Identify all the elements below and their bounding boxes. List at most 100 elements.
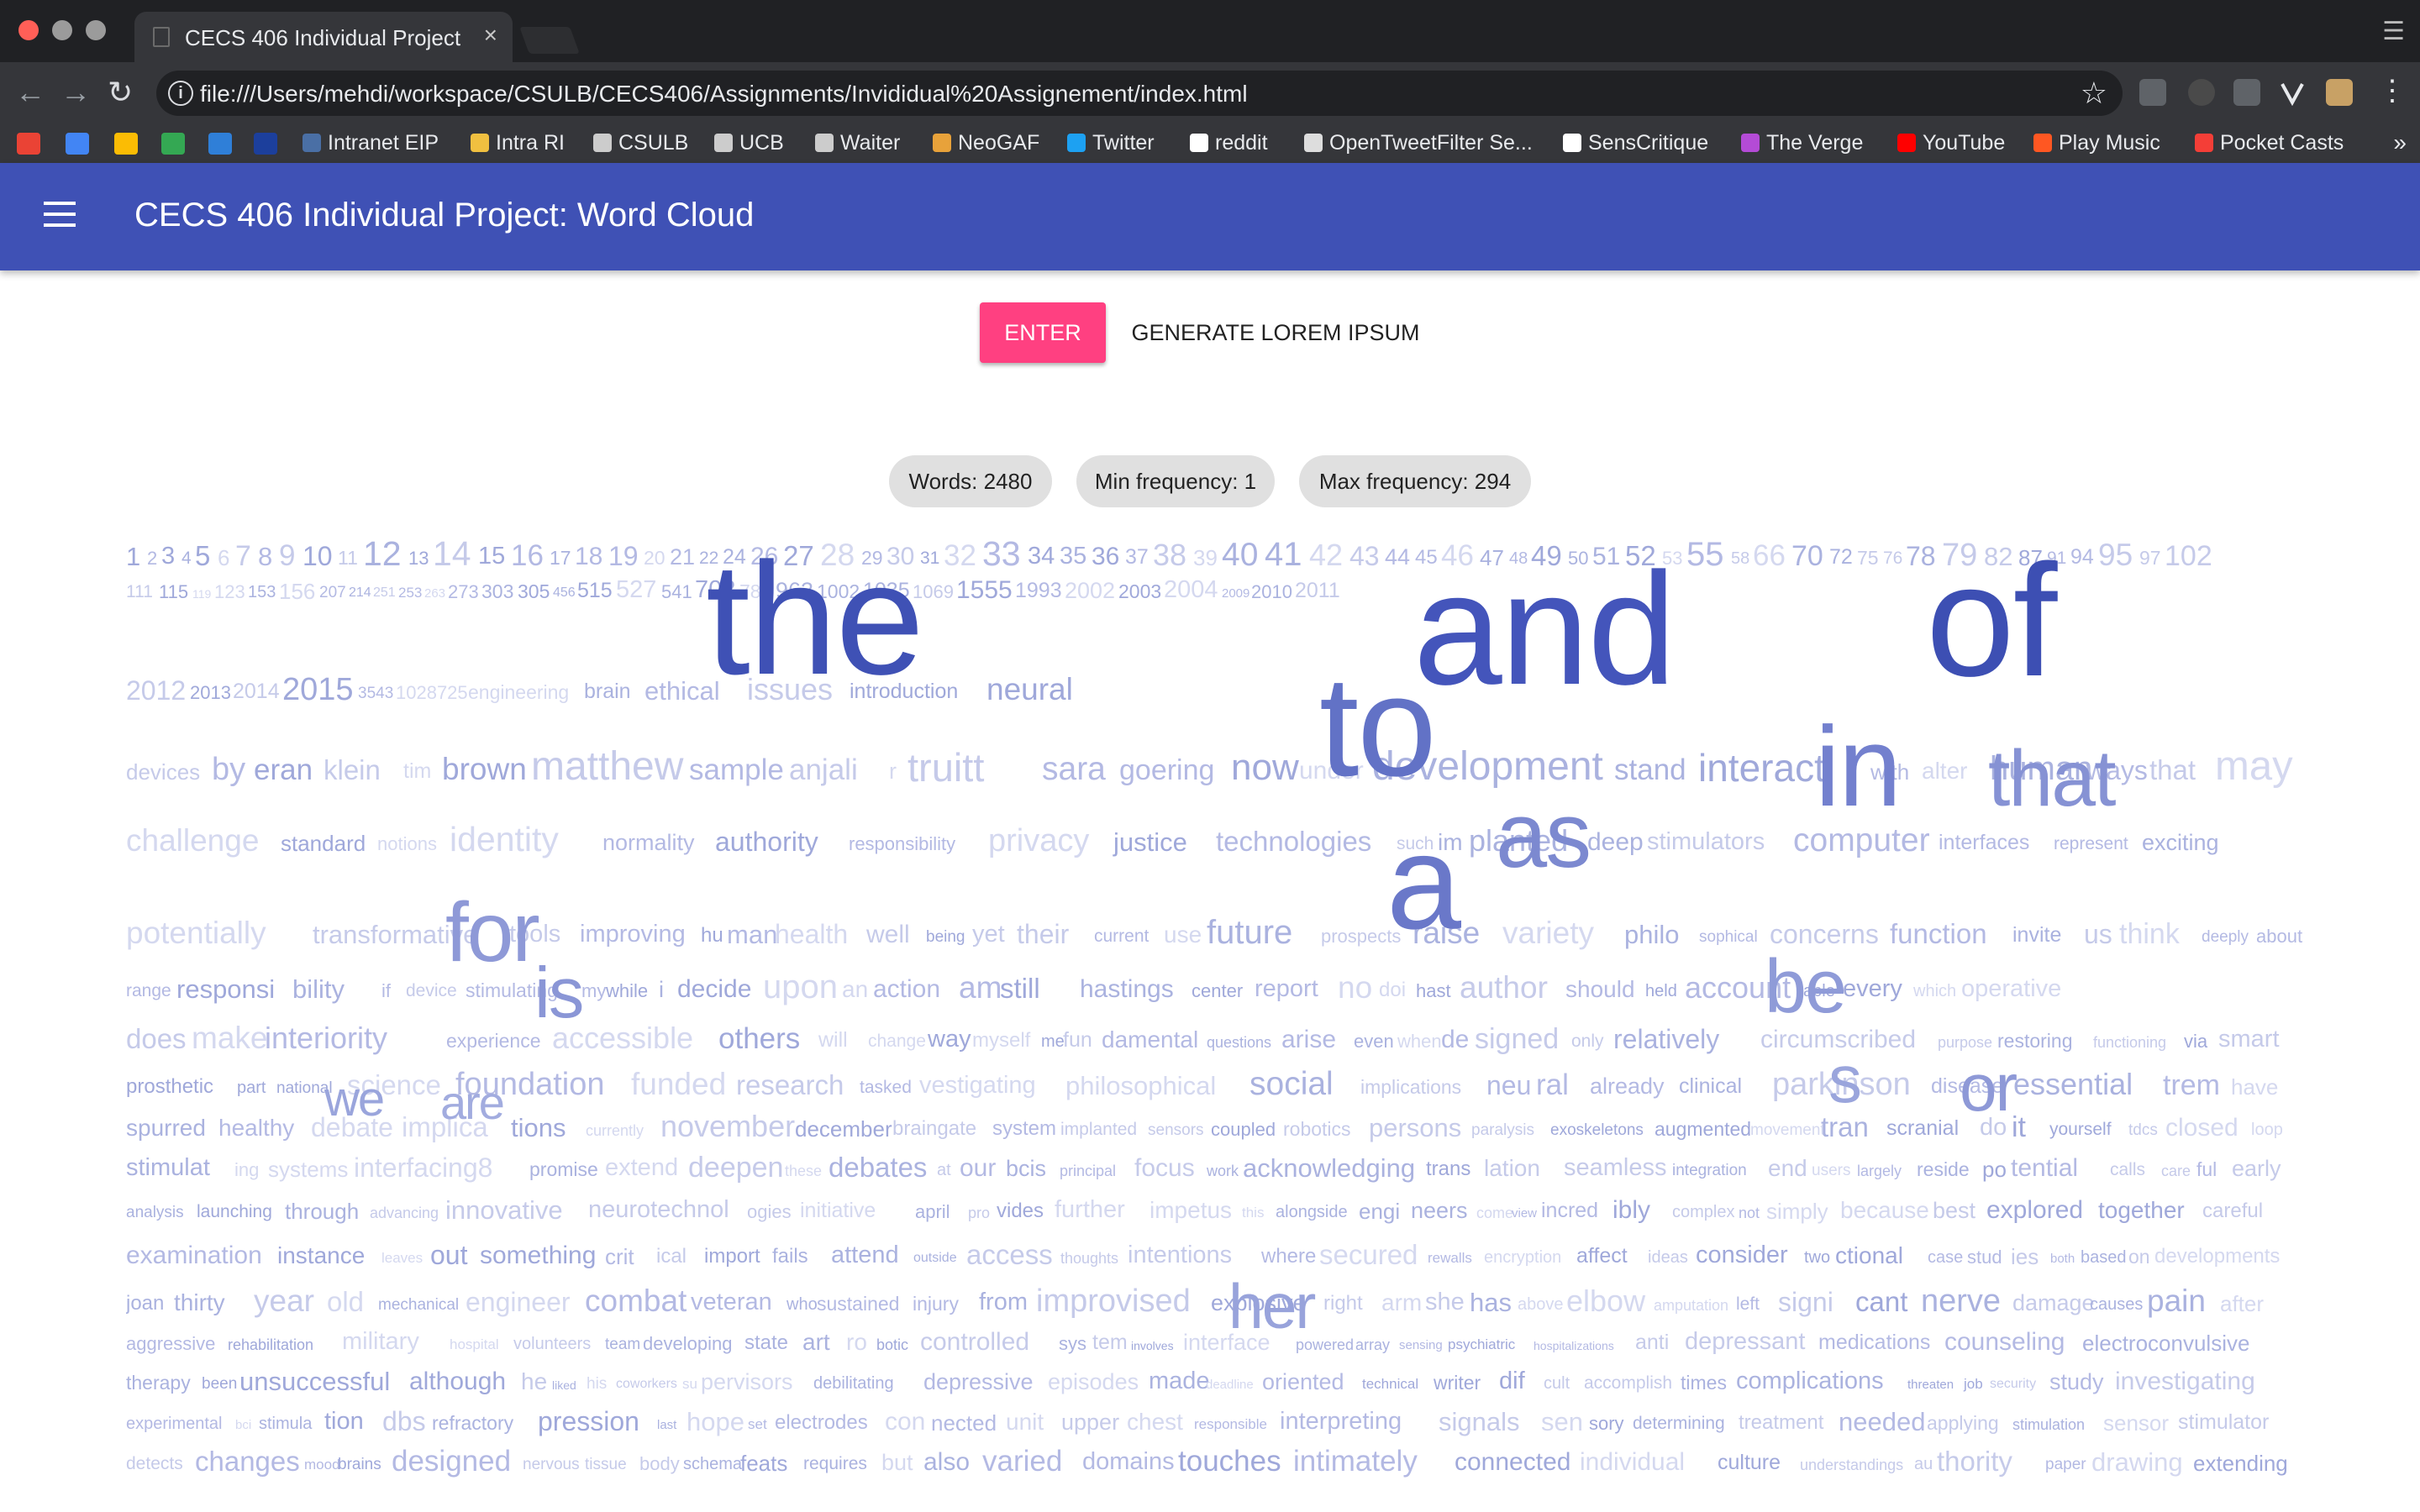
cloud-word: that [2149,754,2196,786]
bookmark-play-music[interactable]: Play Music [2033,131,2160,155]
cloud-word: innovative [445,1194,563,1225]
cloud-word: 31 [920,549,940,569]
cloud-word: no [1338,970,1373,1005]
bookmark-opentweetfilter-se[interactable]: OpenTweetFilter Se... [1304,131,1533,155]
bookmark-neogaf[interactable]: NeoGAF [933,131,1039,155]
bookmark-favicon-icon [2033,134,2052,152]
ublock-extension-icon[interactable] [2139,79,2166,106]
new-tab-button[interactable] [519,27,580,54]
cloud-word: depressant [1685,1328,1806,1356]
cloud-word: 95 [2098,538,2133,573]
browser-menu-icon[interactable]: ⋮ [2378,74,2407,108]
bookmark-ucb[interactable]: UCB [714,131,784,155]
cloud-word: 11 [338,546,358,569]
cloud-word: tim [403,759,432,784]
cloud-word: notions [377,832,437,854]
enter-button[interactable]: ENTER [980,302,1106,363]
cloud-word: anjali [789,753,858,786]
profile-icon[interactable]: ☰ [2382,17,2405,46]
cloud-word-large: that [1988,734,2116,823]
mail-bookmark-icon[interactable] [208,133,232,155]
cloud-word: sensors [1148,1121,1204,1139]
cloud-word: vestigating [919,1072,1036,1100]
calendar-bookmark-icon[interactable] [66,133,89,155]
cloud-word: stimulation [2012,1415,2086,1433]
bookmark-label: Waiter [840,131,901,155]
elsevier-bookmark-icon[interactable] [254,133,277,155]
cloud-word: november [660,1109,796,1143]
info-icon[interactable]: i [168,81,193,106]
cloud-word: extend [605,1154,679,1182]
close-tab-icon[interactable]: × [484,22,497,49]
bookmark-star-icon[interactable]: ☆ [2081,76,2107,111]
cloud-word: 41 [1265,538,1302,573]
back-button[interactable]: ← [15,74,45,111]
cloud-word: restoring [1997,1029,2073,1052]
cloud-word: 119 [192,586,212,601]
keep-bookmark-icon[interactable] [114,133,138,155]
bookmark-the-verge[interactable]: The Verge [1741,131,1863,155]
browser-tab[interactable]: CECS 406 Individual Project × [134,12,513,62]
cloud-word: 1993 [1015,579,1062,603]
bookmark-intra-ri[interactable]: Intra RI [471,131,565,155]
extension-face-icon[interactable] [2326,79,2353,106]
cloud-word: 2010 [1251,580,1292,602]
vivaldi-extension-icon[interactable] [2279,79,2306,107]
cloud-word: stimulator [2178,1410,2270,1435]
bookmark-label: Intra RI [496,131,565,155]
cloud-word: eran [254,753,313,786]
cloud-word: early [2232,1155,2281,1181]
cloud-word: persons [1369,1112,1462,1142]
cloud-word: 123 [214,580,245,602]
cloud-word: calls [2110,1160,2146,1180]
bookmark-csulb[interactable]: CSULB [593,131,688,155]
generate-lorem-ipsum-button[interactable]: GENERATE LOREM IPSUM [1123,302,1428,363]
cloud-word: sensing [1399,1337,1443,1352]
window-maximize-button[interactable] [86,20,106,40]
cloud-word: 2015 [282,671,354,707]
cloud-word: pain [2147,1284,2206,1319]
cloud-word: stud [1967,1246,2002,1268]
bookmark-youtube[interactable]: YouTube [1897,131,2005,155]
cloud-word: my [581,979,607,1001]
cloud-word-large: be [1765,945,1847,1029]
photos-bookmark-icon[interactable] [161,133,185,155]
cloud-word: neu [1486,1070,1532,1100]
bookmark-waiter[interactable]: Waiter [815,131,900,155]
bookmark-twitter[interactable]: Twitter [1067,131,1155,155]
cloud-word: therapy [126,1371,191,1394]
reload-button[interactable]: ↻ [108,74,133,111]
cloud-word: 305 [518,580,550,602]
cloud-word: after [2220,1290,2265,1316]
hamburger-menu-icon[interactable] [44,202,76,227]
window-minimize-button[interactable] [52,20,72,40]
cloud-word: currently [586,1121,644,1139]
cloud-word: bci [235,1417,252,1432]
cloud-word: varied [982,1444,1063,1478]
url-text[interactable]: file:///Users/mehdi/workspace/CSULB/CECS… [200,81,1248,108]
cloud-word: electrodes [775,1411,868,1434]
cloud-word: exoskeletons [1550,1121,1644,1139]
address-bar[interactable]: i file:///Users/mehdi/workspace/CSULB/CE… [156,71,2123,116]
cloud-word: 111 [126,582,153,602]
bookmark-intranet-eip[interactable]: Intranet EIP [302,131,439,155]
bookmark-reddit[interactable]: reddit [1190,131,1268,155]
bookmark-pocket-casts[interactable]: Pocket Casts [2195,131,2344,155]
cloud-word: thirty [174,1289,225,1315]
pocket-extension-icon[interactable] [2233,79,2260,106]
cloud-word: 2002 [1065,577,1116,603]
cloud-word: normality [602,829,695,855]
cloud-word: improving [580,921,686,948]
bookmark-senscritique[interactable]: SensCritique [1563,131,1708,155]
cloud-word: signals [1439,1406,1520,1436]
cloud-word: upper [1061,1409,1120,1435]
more-bookmarks-icon[interactable]: » [2393,129,2407,156]
cloud-word: about [2256,925,2302,947]
cloud-word: on [2128,1245,2150,1268]
extension-icon[interactable] [2188,79,2215,106]
cloud-word: arm [1381,1289,1423,1315]
cloud-word: change [868,1032,926,1052]
forward-button[interactable]: → [60,74,91,111]
gmail-bookmark-icon[interactable] [17,133,40,155]
window-close-button[interactable] [18,20,39,40]
